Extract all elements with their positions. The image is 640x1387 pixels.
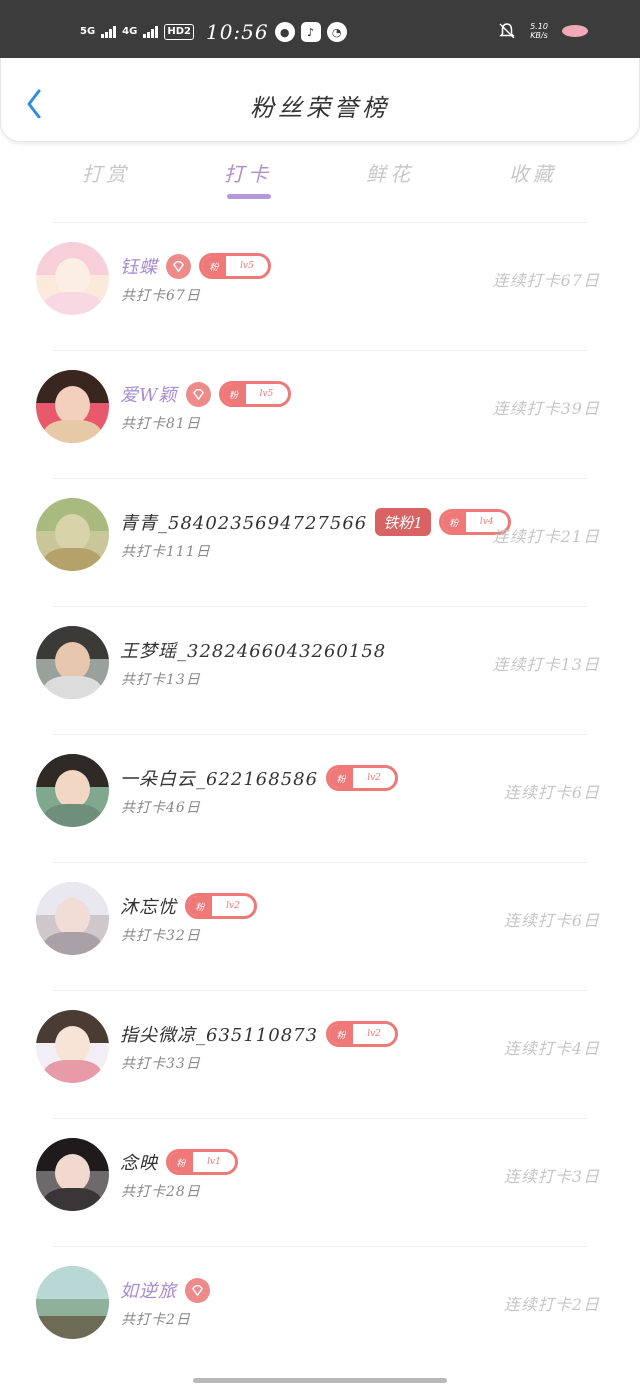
fan-badge-label: 粉: [441, 512, 466, 532]
avatar[interactable]: [36, 498, 109, 571]
iron-fan-badge: 铁粉1: [375, 508, 431, 536]
status-right: 5.10 KB/s: [498, 22, 588, 40]
list-item[interactable]: 如逆旅 共打卡2日 连续打卡2日: [36, 1246, 599, 1374]
pet-icon: [562, 25, 588, 37]
avatar[interactable]: [36, 370, 109, 443]
total-checkins: 共打卡33日: [121, 1056, 201, 1072]
signal-icon: [101, 26, 117, 38]
status-left: 5G 4G HD2 10:56 ● ♪ ◔: [80, 18, 347, 46]
streak-checkins: 连续打卡6日: [503, 911, 600, 930]
list-item[interactable]: 王梦瑶_3282466043260158 共打卡13日 连续打卡13日: [36, 606, 599, 734]
tab-flowers[interactable]: 鲜花: [340, 158, 440, 187]
tab-checkin[interactable]: 打卡: [198, 158, 298, 187]
fan-badge-label: 粉: [329, 768, 354, 788]
avatar[interactable]: [36, 1010, 109, 1083]
user-name[interactable]: 钰蝶: [120, 253, 158, 279]
user-name[interactable]: 王梦瑶_3282466043260158: [120, 637, 386, 663]
fan-badge-level: lv5: [240, 261, 254, 271]
streak-checkins: 连续打卡2日: [503, 1295, 600, 1314]
user-name[interactable]: 如逆旅: [120, 1277, 177, 1303]
avatar[interactable]: [36, 626, 109, 699]
list-item[interactable]: 青青_5840235694727566 铁粉1 粉 lv4 共打卡111日 连续打…: [36, 478, 599, 606]
tab-bar: 打赏 打卡 鲜花 收藏: [0, 142, 640, 222]
signal-icon-2: [143, 26, 159, 38]
fan-badge-label: 粉: [169, 1152, 193, 1172]
total-checkins: 共打卡67日: [121, 288, 201, 304]
user-name[interactable]: 爱W颖: [120, 381, 178, 407]
total-checkins: 共打卡32日: [121, 928, 201, 944]
home-indicator[interactable]: [193, 1378, 447, 1383]
fan-level-badge: 粉 lv2: [326, 1021, 399, 1047]
streak-checkins: 连续打卡13日: [492, 655, 600, 674]
diamond-icon: [166, 253, 191, 279]
streak-checkins: 连续打卡21日: [492, 527, 600, 546]
fan-badge-label: 粉: [188, 896, 212, 916]
fan-level-badge: 粉 lv5: [199, 253, 271, 279]
user-name[interactable]: 一朵白云_622168586: [120, 765, 318, 791]
streak-checkins: 连续打卡39日: [492, 399, 600, 418]
fan-badge-label: 粉: [202, 256, 226, 276]
avatar[interactable]: [36, 1138, 109, 1211]
fan-badge-label: 粉: [221, 384, 246, 404]
diamond-icon: [185, 381, 211, 407]
fan-level-badge: 粉 lv5: [218, 381, 291, 407]
fan-level-badge: 粉 lv2: [326, 765, 399, 791]
avatar[interactable]: [36, 1266, 109, 1339]
fan-badge-level: lv2: [367, 773, 381, 783]
status-bar: 5G 4G HD2 10:56 ● ♪ ◔ 5.10 KB/s: [0, 0, 640, 58]
user-name[interactable]: 指尖微凉_635110873: [120, 1021, 318, 1047]
avatar[interactable]: [36, 882, 109, 955]
active-tab-indicator: [227, 194, 271, 199]
header: 粉丝荣誉榜: [0, 58, 640, 142]
list-item[interactable]: 指尖微凉_635110873 粉 lv2 共打卡33日 连续打卡4日: [36, 990, 599, 1118]
fan-badge-label: 粉: [329, 1024, 354, 1044]
total-checkins: 共打卡13日: [121, 672, 201, 688]
list-item[interactable]: 一朵白云_622168586 粉 lv2 共打卡46日 连续打卡6日: [36, 734, 599, 862]
bell-muted-icon: [499, 23, 515, 39]
hd-voice-badge: HD2: [164, 24, 194, 40]
fan-badge-level: lv2: [226, 901, 240, 911]
list-item[interactable]: 爱W颖 粉 lv5 共打卡81日 连续打卡39日: [36, 350, 599, 478]
streak-checkins: 连续打卡4日: [503, 1039, 600, 1058]
streak-checkins: 连续打卡67日: [492, 271, 600, 290]
clock: 10:56: [205, 20, 269, 44]
user-name[interactable]: 青青_5840235694727566: [120, 509, 367, 535]
speedometer-icon: ◔: [326, 22, 347, 42]
list-item[interactable]: 沐忘忧 粉 lv2 共打卡32日 连续打卡6日: [36, 862, 599, 990]
page-title: 粉丝荣誉榜: [250, 94, 390, 122]
fan-badge-level: lv5: [259, 389, 274, 399]
streak-checkins: 连续打卡6日: [503, 783, 600, 802]
total-checkins: 共打卡28日: [121, 1184, 201, 1200]
fan-badge-level: lv2: [367, 1029, 381, 1039]
net-speed: 5.10 KB/s: [530, 22, 548, 40]
streak-checkins: 连续打卡3日: [503, 1167, 600, 1186]
total-checkins: 共打卡81日: [121, 416, 201, 432]
total-checkins: 共打卡46日: [121, 800, 201, 816]
user-name[interactable]: 念映: [120, 1149, 158, 1175]
tiktok-icon: ♪: [300, 22, 321, 42]
fan-level-badge: 粉 lv1: [166, 1149, 238, 1175]
fan-ranking-list: 钰蝶 粉 lv5 共打卡67日 连续打卡67日 爱W颖 粉 lv5 共打卡81日 连…: [0, 222, 640, 1374]
fan-badge-level: lv1: [207, 1157, 221, 1167]
diamond-icon: [185, 1277, 210, 1303]
wechat-icon: ●: [274, 22, 295, 42]
fan-level-badge: 粉 lv2: [185, 893, 257, 919]
user-name[interactable]: 沐忘忧: [120, 893, 177, 919]
total-checkins: 共打卡111日: [121, 544, 211, 560]
total-checkins: 共打卡2日: [121, 1312, 191, 1328]
avatar[interactable]: [36, 242, 109, 315]
list-item[interactable]: 念映 粉 lv1 共打卡28日 连续打卡3日: [36, 1118, 599, 1246]
tab-reward[interactable]: 打赏: [56, 158, 156, 187]
network-4g-label: 4G: [122, 26, 138, 37]
list-item[interactable]: 钰蝶 粉 lv5 共打卡67日 连续打卡67日: [36, 222, 599, 350]
network-5g-label: 5G: [80, 26, 96, 37]
avatar[interactable]: [36, 754, 109, 827]
tab-favorites[interactable]: 收藏: [483, 158, 583, 187]
